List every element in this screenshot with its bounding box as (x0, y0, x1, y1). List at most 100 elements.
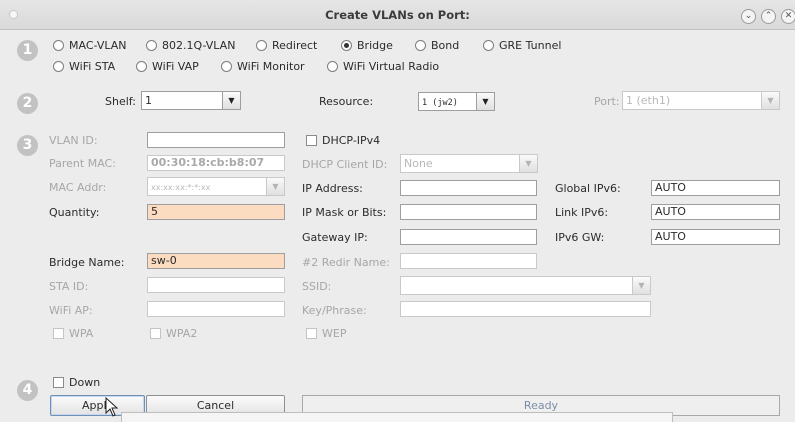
radio-circle (53, 40, 64, 51)
port-value: 1 (eth1) (626, 94, 671, 107)
shelf-value: 1 (145, 94, 152, 107)
step-4-badge: 4 (17, 380, 38, 401)
port-combo: 1 (eth1) ▼ (622, 91, 780, 110)
mouse-cursor-icon (105, 397, 119, 417)
radio-wifi-vap[interactable]: WiFi VAP (136, 60, 199, 73)
checkbox-box (306, 328, 317, 339)
radio-circle-selected (341, 40, 352, 51)
quantity-label: Quantity: (49, 206, 100, 219)
ip-address-input[interactable] (400, 180, 537, 196)
link-ipv6-input[interactable]: AUTO (651, 204, 780, 220)
radio-redirect[interactable]: Redirect (256, 39, 317, 52)
minimize-icon[interactable]: ⌄ (741, 9, 756, 24)
radio-label: WiFi Monitor (237, 60, 305, 73)
dropdown-arrow-icon[interactable]: ▼ (222, 92, 240, 109)
link-ipv6-label: Link IPv6: (555, 206, 609, 219)
step-2-badge: 2 (17, 93, 38, 114)
bridge-name-label: Bridge Name: (49, 256, 125, 269)
step-1-badge: 1 (17, 40, 38, 61)
resource-value: 1 (jw2) (422, 98, 458, 108)
wifi-ap-label: WiFi AP: (49, 304, 93, 317)
sta-id-input (147, 277, 285, 293)
radio-circle (146, 40, 157, 51)
radio-label: WiFi STA (69, 60, 116, 73)
checkbox-box (150, 328, 161, 339)
radio-wifi-sta[interactable]: WiFi STA (53, 60, 115, 73)
maximize-icon[interactable]: ⌃ (761, 9, 776, 24)
checkbox-label: WPA2 (166, 327, 198, 340)
vlan-id-label: VLAN ID: (49, 134, 98, 147)
radio-label: WiFi VAP (152, 60, 199, 73)
radio-circle (327, 61, 338, 72)
checkbox-label: WPA (69, 327, 94, 340)
sta-id-label: STA ID: (49, 280, 89, 293)
ip-mask-label: IP Mask or Bits: (302, 206, 387, 219)
dropdown-arrow-icon: ▼ (761, 92, 779, 109)
dropdown-arrow-icon: ▼ (519, 155, 537, 172)
radio-label: Bridge (357, 39, 393, 52)
radio-circle (53, 61, 64, 72)
radio-wifi-monitor[interactable]: WiFi Monitor (221, 60, 305, 73)
key-phrase-label: Key/Phrase: (302, 304, 367, 317)
mac-addr-value: xx:xx:xx:*:*:xx (151, 183, 211, 192)
radio-mac-vlan[interactable]: MAC-VLAN (53, 39, 127, 52)
radio-circle (415, 40, 426, 51)
mac-addr-label: MAC Addr: (49, 181, 107, 194)
vlan-id-input[interactable] (147, 132, 285, 148)
ssid-label: SSID: (302, 280, 332, 293)
step-3-badge: 3 (17, 135, 38, 156)
resource-combo[interactable]: 1 (jw2) ▼ (418, 92, 495, 111)
wifi-ap-input (147, 301, 285, 317)
radio-label: MAC-VLAN (69, 39, 127, 52)
popup-edge (121, 412, 673, 422)
radio-circle (256, 40, 267, 51)
radio-wifi-virtual-radio[interactable]: WiFi Virtual Radio (327, 60, 439, 73)
key-phrase-input (400, 301, 651, 317)
radio-gre-tunnel[interactable]: GRE Tunnel (483, 39, 561, 52)
gateway-ip-input[interactable] (400, 229, 537, 245)
ip-mask-input[interactable] (400, 204, 537, 220)
radio-circle (221, 61, 232, 72)
radio-bridge[interactable]: Bridge (341, 39, 393, 52)
dropdown-arrow-icon: ▼ (632, 277, 650, 294)
parent-mac-label: Parent MAC: (49, 157, 116, 170)
window-title: Create VLANs on Port: (325, 8, 470, 22)
dropdown-arrow-icon: ▼ (266, 178, 284, 195)
bridge-name-input[interactable]: sw-0 (147, 253, 285, 269)
close-icon[interactable]: ✕ (781, 9, 795, 24)
parent-mac-input: 00:30:18:cb:b8:07 (147, 155, 285, 171)
checkbox-label: WEP (322, 327, 347, 340)
radio-label: GRE Tunnel (499, 39, 562, 52)
dropdown-arrow-icon[interactable]: ▼ (476, 93, 494, 110)
redir-name-label: #2 Redir Name: (302, 256, 390, 269)
dialog-panel: 1 MAC-VLAN 802.1Q-VLAN Redirect Bridge B… (0, 31, 795, 422)
radio-circle (136, 61, 147, 72)
dhcp-client-id-label: DHCP Client ID: (302, 158, 388, 171)
ipv6-gw-label: IPv6 GW: (555, 231, 605, 244)
radio-label: WiFi Virtual Radio (343, 60, 440, 73)
wpa2-checkbox: WPA2 (150, 327, 197, 340)
radio-label: Bond (431, 39, 460, 52)
redir-name-input (400, 253, 537, 269)
port-label: Port: (594, 95, 620, 108)
quantity-input[interactable]: 5 (147, 204, 285, 220)
dhcp-client-id-combo: None ▼ (400, 154, 538, 173)
ssid-combo: ▼ (400, 276, 651, 295)
title-bar: Create VLANs on Port: ⌄ ⌃ ✕ (0, 0, 795, 30)
radio-label: 802.1Q-VLAN (162, 39, 236, 52)
resource-label: Resource: (319, 95, 374, 108)
checkbox-label: Down (69, 376, 101, 389)
checkbox-box (53, 377, 64, 388)
global-ipv6-label: Global IPv6: (555, 182, 621, 195)
shelf-combo[interactable]: 1 ▼ (141, 91, 241, 110)
radio-8021q-vlan[interactable]: 802.1Q-VLAN (146, 39, 235, 52)
radio-bond[interactable]: Bond (415, 39, 459, 52)
down-checkbox[interactable]: Down (53, 376, 100, 389)
wep-checkbox: WEP (306, 327, 346, 340)
checkbox-box (53, 328, 64, 339)
global-ipv6-input[interactable]: AUTO (651, 180, 780, 196)
ip-address-label: IP Address: (302, 182, 363, 195)
wpa-checkbox: WPA (53, 327, 93, 340)
ipv6-gw-input[interactable]: AUTO (651, 229, 780, 245)
dhcp-ipv4-checkbox[interactable]: DHCP-IPv4 (306, 134, 380, 147)
